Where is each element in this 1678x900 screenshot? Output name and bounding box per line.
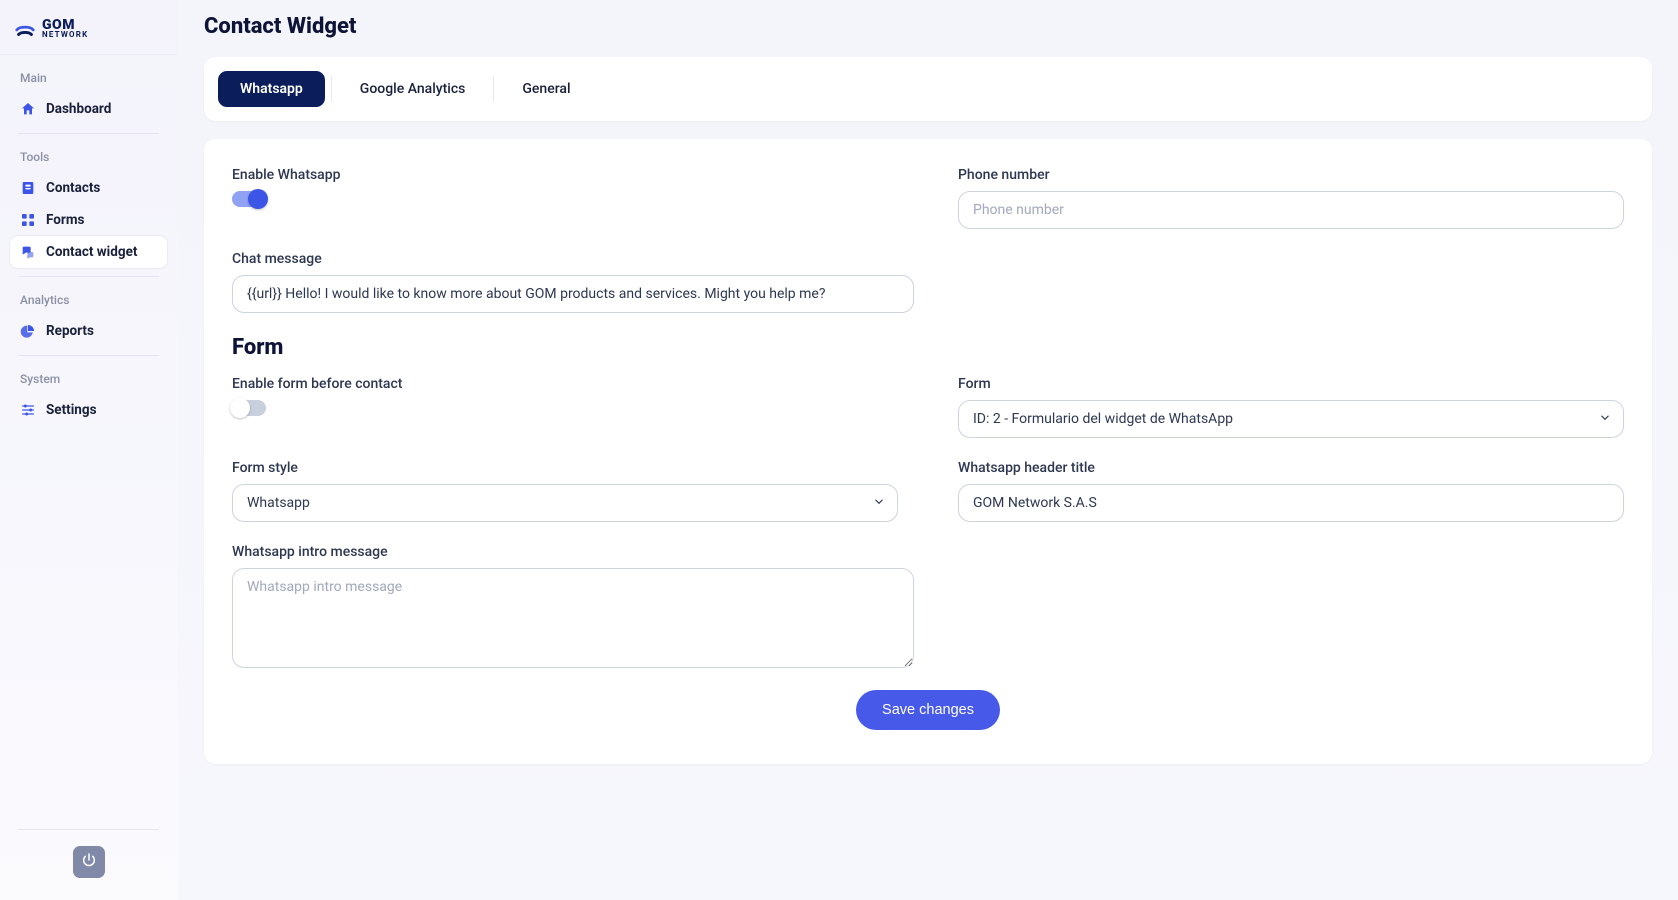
nav-heading: System: [10, 364, 167, 394]
tabs-card: Whatsapp Google Analytics General: [204, 57, 1652, 121]
toggle-enable-whatsapp[interactable]: [232, 191, 266, 207]
textarea-intro-message[interactable]: [232, 568, 914, 668]
brand-logo[interactable]: GOM NETWORK: [0, 10, 177, 55]
sidebar-item-label: Contact widget: [46, 244, 137, 260]
field-header-title: Whatsapp header title: [958, 460, 1624, 522]
label-phone-number: Phone number: [958, 167, 1624, 183]
sidebar-item-contacts[interactable]: Contacts: [10, 172, 167, 204]
nav-section-analytics: Analytics Reports: [10, 268, 167, 347]
sidebar-item-label: Dashboard: [46, 101, 111, 117]
label-form-select: Form: [958, 376, 1624, 392]
sidebar: GOM NETWORK Main Dashboard Tools Contact…: [0, 0, 178, 900]
field-form-style: Form style Whatsapp: [232, 460, 898, 522]
main-content: Contact Widget Whatsapp Google Analytics…: [178, 0, 1678, 900]
nav-heading: Main: [10, 63, 167, 93]
select-form-style[interactable]: Whatsapp: [232, 484, 898, 522]
save-button[interactable]: Save changes: [856, 690, 1000, 730]
tab-google-analytics[interactable]: Google Analytics: [338, 71, 488, 107]
power-icon: [81, 852, 97, 872]
grid-icon: [20, 212, 36, 228]
sidebar-item-forms[interactable]: Forms: [10, 204, 167, 236]
sidebar-item-contact-widget[interactable]: Contact widget: [10, 236, 167, 268]
logout-button[interactable]: [73, 846, 105, 878]
tabs: Whatsapp Google Analytics General: [218, 71, 1638, 107]
brand-mark-icon: [14, 18, 36, 40]
tab-divider: [331, 76, 332, 102]
field-enable-whatsapp: Enable Whatsapp: [232, 167, 898, 229]
label-intro-message: Whatsapp intro message: [232, 544, 914, 560]
input-header-title[interactable]: [958, 484, 1624, 522]
field-phone-number: Phone number: [958, 167, 1624, 229]
brand-text: GOM NETWORK: [42, 19, 88, 39]
sidebar-item-label: Contacts: [46, 180, 100, 196]
label-header-title: Whatsapp header title: [958, 460, 1624, 476]
home-icon: [20, 101, 36, 117]
sidebar-item-settings[interactable]: Settings: [10, 394, 167, 426]
label-form-style: Form style: [232, 460, 898, 476]
form-section-title: Form: [232, 335, 1624, 360]
sidebar-item-label: Settings: [46, 402, 97, 418]
save-row: Save changes: [232, 690, 1624, 730]
nav-heading: Analytics: [10, 285, 167, 315]
sidebar-item-dashboard[interactable]: Dashboard: [10, 93, 167, 125]
nav-section-system: System Settings: [10, 347, 167, 426]
input-phone-number[interactable]: [958, 191, 1624, 229]
tab-whatsapp[interactable]: Whatsapp: [218, 71, 325, 107]
nav-heading: Tools: [10, 142, 167, 172]
select-form[interactable]: ID: 2 - Formulario del widget de WhatsAp…: [958, 400, 1624, 438]
tab-divider: [493, 76, 494, 102]
primary-nav: Main Dashboard Tools Contacts: [0, 55, 177, 426]
field-form-select: Form ID: 2 - Formulario del widget de Wh…: [958, 376, 1624, 438]
input-chat-message[interactable]: [232, 275, 914, 313]
sidebar-item-reports[interactable]: Reports: [10, 315, 167, 347]
label-chat-message: Chat message: [232, 251, 914, 267]
sidebar-item-label: Reports: [46, 323, 94, 339]
tab-general[interactable]: General: [500, 71, 592, 107]
toggle-enable-form[interactable]: [232, 400, 266, 416]
label-enable-form: Enable form before contact: [232, 376, 898, 392]
settings-card: Enable Whatsapp Phone number Chat messag…: [204, 139, 1652, 764]
field-enable-form: Enable form before contact: [232, 376, 898, 438]
sliders-icon: [20, 402, 36, 418]
contacts-icon: [20, 180, 36, 196]
sidebar-item-label: Forms: [46, 212, 84, 228]
chat-bubbles-icon: [20, 244, 36, 260]
nav-section-tools: Tools Contacts Forms Contact widget: [10, 125, 167, 268]
label-enable-whatsapp: Enable Whatsapp: [232, 167, 898, 183]
pie-icon: [20, 323, 36, 339]
nav-section-main: Main Dashboard: [10, 55, 167, 125]
sidebar-footer: [0, 811, 177, 900]
field-chat-message: Chat message: [232, 251, 914, 313]
field-intro-message: Whatsapp intro message: [232, 544, 914, 668]
page-title: Contact Widget: [204, 14, 1652, 39]
